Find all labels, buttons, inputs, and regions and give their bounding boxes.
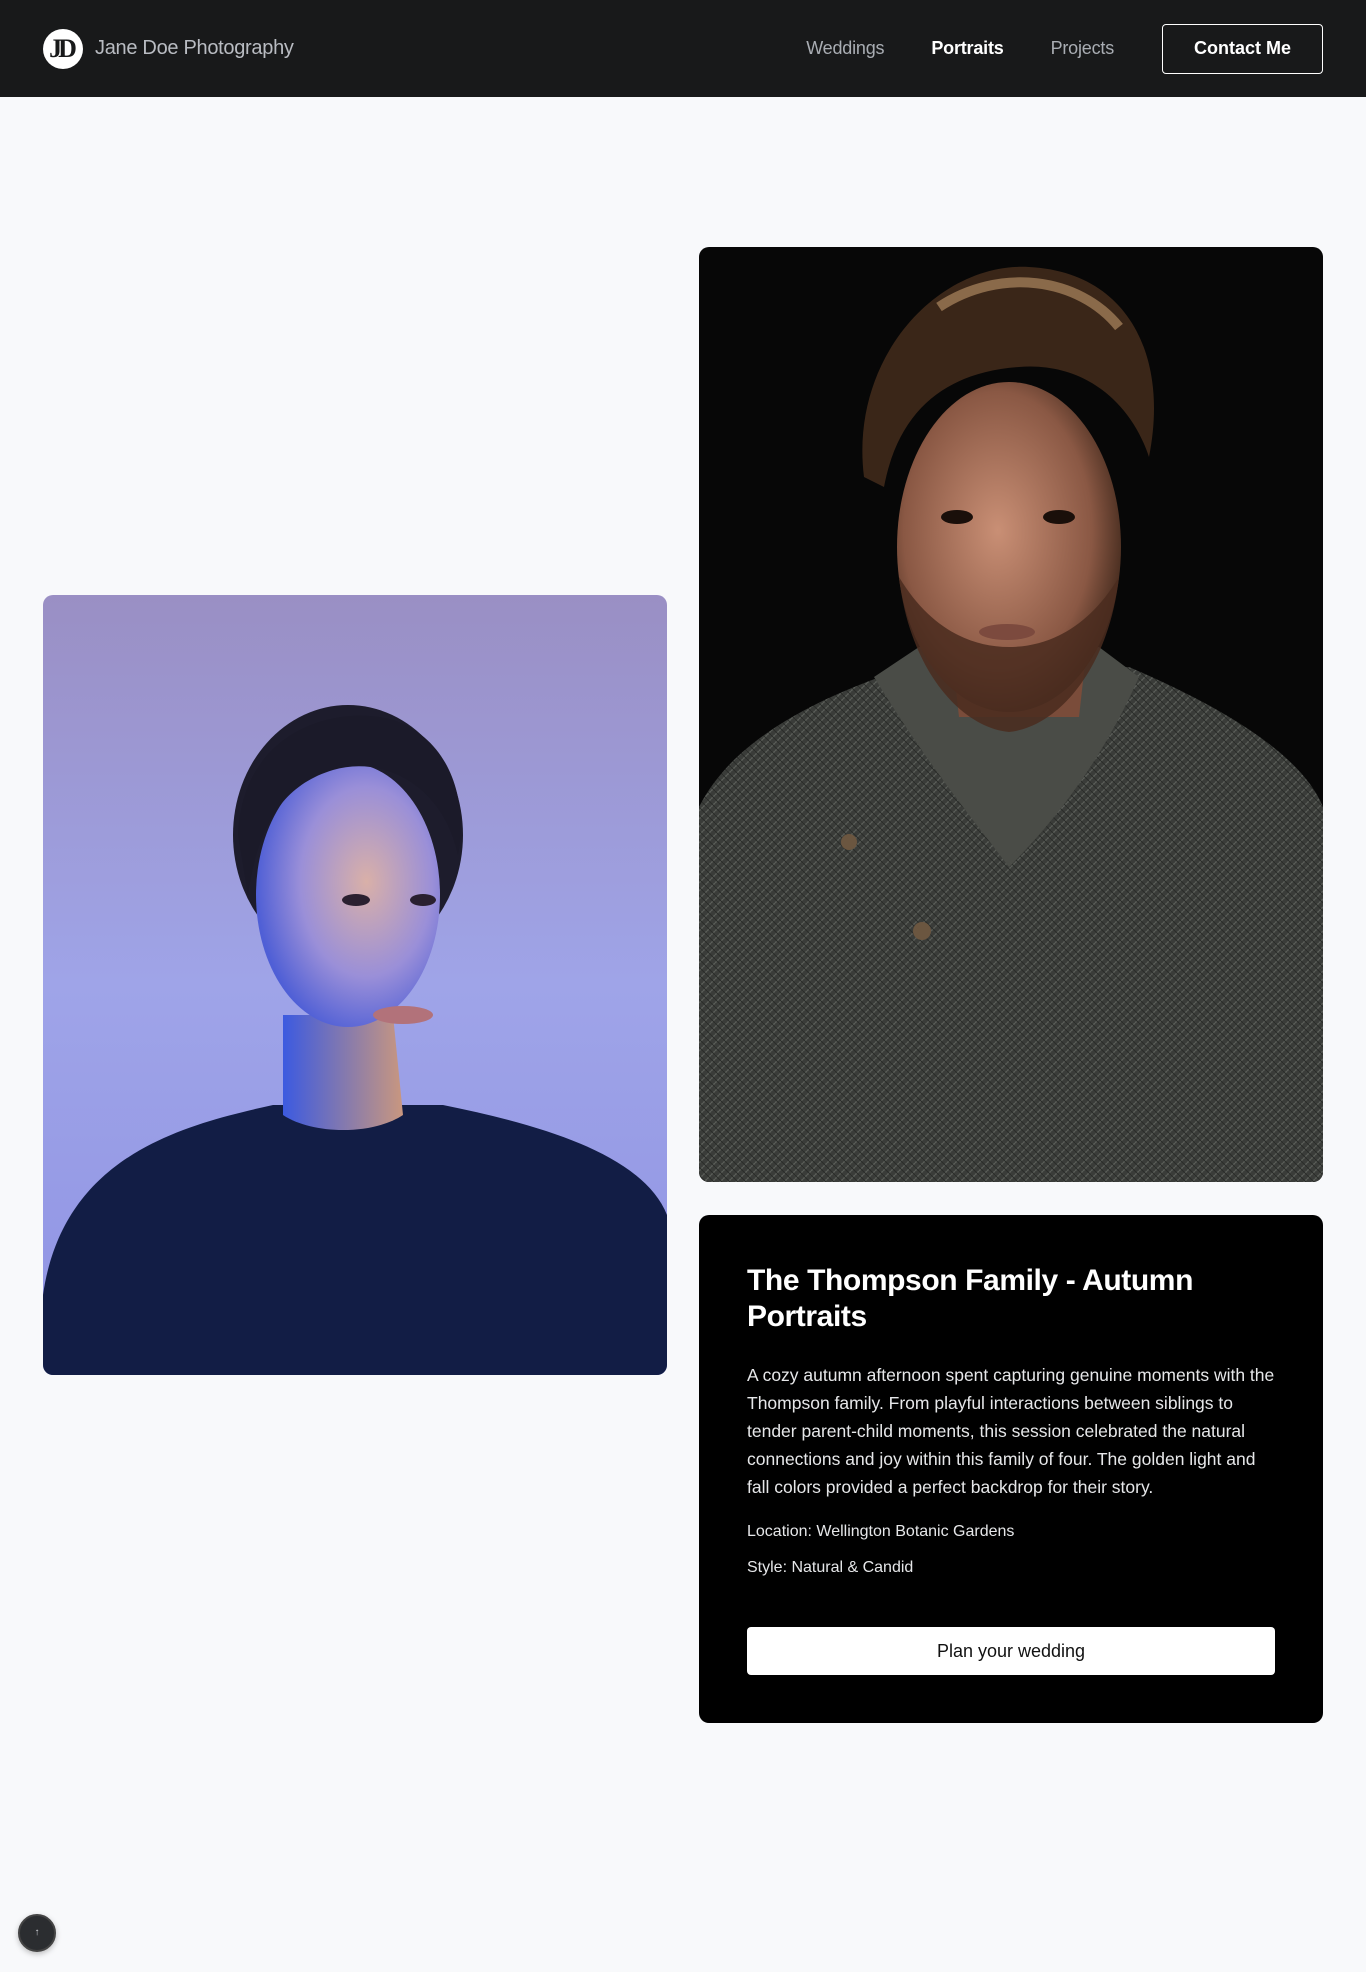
portrait-photo-woman	[43, 595, 667, 1375]
logo-icon: JD	[43, 28, 83, 69]
arrow-up-icon: ↑	[34, 1927, 40, 1938]
portrait-woman-image	[43, 595, 667, 1375]
scroll-top-button[interactable]: ↑	[18, 1914, 56, 1952]
nav-item-weddings[interactable]: Weddings	[806, 38, 884, 59]
brand[interactable]: JD Jane Doe Photography	[43, 28, 294, 69]
main-menu: Weddings Portraits Projects Contact Me	[759, 23, 1323, 74]
top-navigation: JD Jane Doe Photography Weddings Portrai…	[0, 0, 1366, 97]
nav-item-portraits[interactable]: Portraits	[931, 38, 1003, 59]
project-info-card: The Thompson Family - Autumn Portraits A…	[699, 1215, 1323, 1723]
brand-name: Jane Doe Photography	[95, 37, 294, 59]
plan-wedding-button[interactable]: Plan your wedding	[747, 1627, 1275, 1675]
contact-me-button[interactable]: Contact Me	[1162, 23, 1323, 74]
portrait-photo-man	[699, 247, 1323, 1182]
nav-item-projects[interactable]: Projects	[1051, 38, 1115, 59]
portrait-man-image	[699, 247, 1323, 1182]
project-style: Style: Natural & Candid	[747, 1559, 914, 1576]
logo-monogram: JD	[49, 33, 77, 63]
project-location: Location: Wellington Botanic Gardens	[747, 1523, 1015, 1540]
project-description: A cozy autumn afternoon spent capturing …	[747, 1365, 1275, 1497]
project-title: The Thompson Family - Autumn Portraits	[747, 1264, 1194, 1333]
